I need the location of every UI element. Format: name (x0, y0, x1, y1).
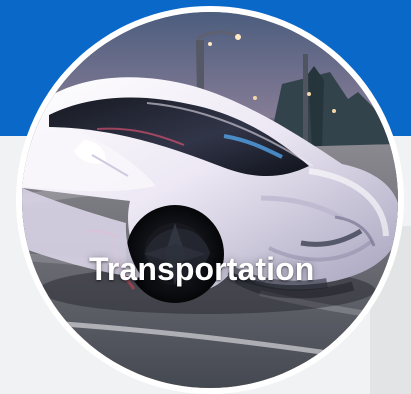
category-label[interactable]: Transportation (89, 248, 339, 290)
transportation-category-tile[interactable]: Transportation (0, 0, 411, 394)
transportation-image[interactable] (22, 12, 398, 388)
